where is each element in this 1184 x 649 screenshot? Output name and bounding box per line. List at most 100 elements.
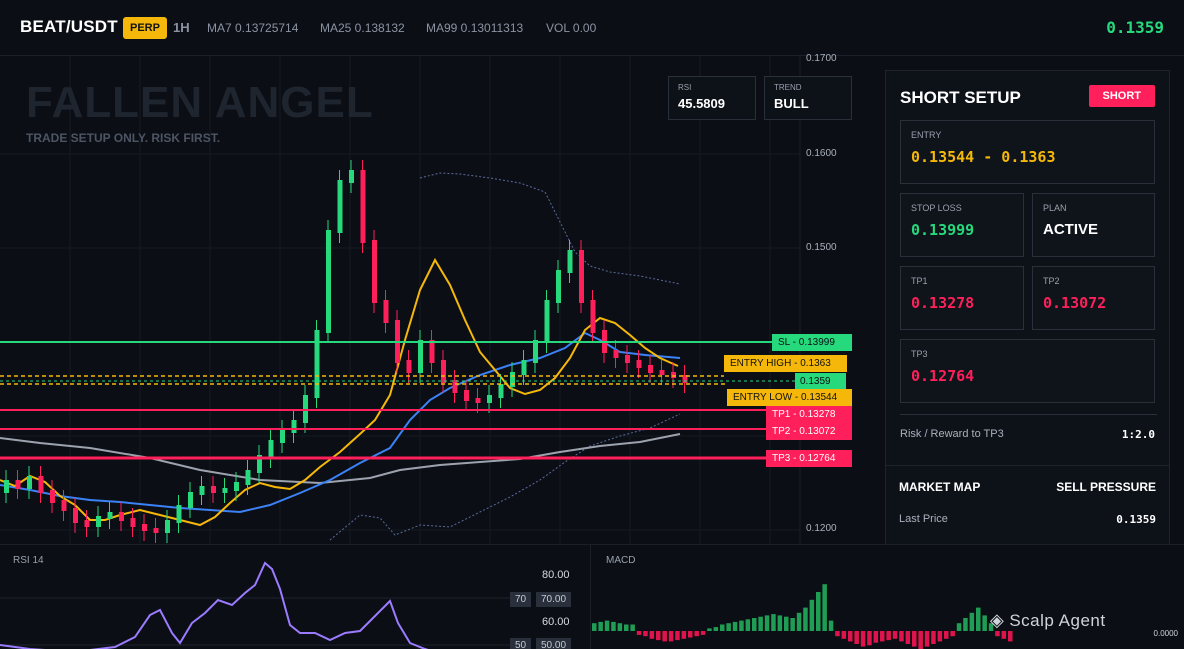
candle-body <box>636 360 642 368</box>
candle-body <box>27 476 32 489</box>
tp2-label-text: TP2 <box>772 426 791 437</box>
candle-body <box>498 384 504 398</box>
candle-body <box>188 492 193 508</box>
entry-low-label-text: ENTRY LOW <box>733 392 793 403</box>
macd-bar <box>969 612 975 631</box>
timeframe-selector[interactable]: 1H <box>173 20 190 35</box>
macd-bar <box>835 631 840 637</box>
candle-body <box>590 300 596 333</box>
tp2-value: 0.13072 <box>1043 294 1107 312</box>
market-map-panel: MARKET MAP SELL PRESSURE Last Price 0.13… <box>885 465 1170 545</box>
macd-bar <box>950 631 955 637</box>
tp1-label: TP1 <box>911 276 928 286</box>
tp1-price-label: TP1 - 0.13278 <box>766 406 852 423</box>
candle-body <box>245 470 251 485</box>
candle-body <box>567 250 573 273</box>
candle-body <box>4 480 9 493</box>
plan-card: PLAN ACTIVE <box>1032 193 1155 257</box>
rsi-line <box>0 561 429 649</box>
tp2-label-value: 0.13072 <box>799 426 836 437</box>
macd-bar <box>982 615 987 631</box>
last-price: 0.1359 <box>1106 18 1164 37</box>
macd-bar <box>803 607 808 631</box>
candle-body <box>165 520 170 533</box>
candle-body <box>360 170 366 243</box>
macd-bar <box>784 616 789 631</box>
candle-body <box>38 476 44 493</box>
candle-body <box>659 370 665 375</box>
candle-body <box>15 480 21 489</box>
candle-body <box>544 300 550 343</box>
indicator-panel: RSI 14 80.00 70 70.00 60.00 50 50.00 MAC… <box>0 544 1184 649</box>
tp3-card: TP3 0.12764 <box>900 339 1155 403</box>
price-chart[interactable]: 0.1700 0.1600 0.1500 0.1200 <box>0 53 862 544</box>
diamond-icon: ◈ <box>990 610 1005 630</box>
ma99-stat: MA99 0.13011313 <box>426 21 524 35</box>
bollinger-upper <box>419 172 681 285</box>
candle-body <box>487 395 492 403</box>
short-badge[interactable]: SHORT <box>1088 85 1155 107</box>
macd-bar <box>713 627 719 631</box>
brand-sub: 0.0000 <box>1153 629 1178 638</box>
last-price-label: 0.1359 <box>795 373 846 390</box>
risk-reward-value: 1:2.0 <box>1121 428 1155 441</box>
tp1-card: TP1 0.13278 <box>900 266 1024 330</box>
entry-high-price-label: ENTRY HIGH - 0.1363 <box>724 355 847 372</box>
tp3-label: TP3 <box>911 349 928 359</box>
rsi-tick: 80.00 <box>542 569 570 581</box>
candle-body <box>199 486 205 495</box>
tp1-label-text: TP1 <box>772 409 791 420</box>
perp-badge: PERP <box>123 17 167 39</box>
macd-bar <box>777 615 783 631</box>
rsi-chart[interactable] <box>0 545 540 649</box>
candle-body <box>452 380 458 393</box>
stop-loss-value: 0.13999 <box>911 221 975 239</box>
macd-bar <box>790 618 795 631</box>
plan-value: ACTIVE <box>1043 221 1099 238</box>
setup-title: SHORT SETUP <box>900 88 1021 107</box>
rsi-level-70-badge: 70 <box>510 592 532 607</box>
top-bar: BEAT/USDT PERP 1H MA7 0.13725714 MA25 0.… <box>0 0 1184 56</box>
macd-bar <box>886 631 891 641</box>
macd-bar <box>1008 631 1013 642</box>
rsi-tick-70: 70.00 <box>536 592 572 607</box>
ma7-stat: MA7 0.13725714 <box>207 21 299 35</box>
last-price-value: 0.1359 <box>1116 513 1156 526</box>
price-chart-svg[interactable] <box>0 56 862 544</box>
macd-bar <box>720 624 725 631</box>
trend-card: TREND BULL <box>764 76 852 120</box>
rsi-tick-50: 50.00 <box>536 638 572 649</box>
rsi-card-value: 45.5809 <box>678 96 725 111</box>
macd-bar <box>700 631 706 635</box>
candle-body <box>234 482 239 491</box>
brand-logo: ◈ Scalp Agent <box>990 610 1106 631</box>
macd-chart[interactable] <box>590 545 1184 649</box>
macd-histogram <box>592 584 1013 649</box>
candle-body <box>671 372 676 378</box>
macd-bar <box>752 618 757 631</box>
rsi-card-label: RSI <box>678 83 692 92</box>
macd-bar <box>656 631 661 641</box>
macd-bar <box>649 631 655 639</box>
candle-body <box>533 340 538 363</box>
y-tick: 0.1600 <box>806 148 837 159</box>
tp2-price-label: TP2 - 0.13072 <box>766 423 852 440</box>
entry-label: ENTRY <box>911 130 942 140</box>
entry-low-price-label: ENTRY LOW - 0.13544 <box>727 389 852 406</box>
macd-bar <box>636 631 642 635</box>
macd-bar <box>643 631 648 637</box>
macd-bar <box>918 631 923 649</box>
trend-card-label: TREND <box>774 83 802 92</box>
macd-bar <box>880 631 885 642</box>
symbol-title[interactable]: BEAT/USDT <box>20 17 118 37</box>
macd-bar <box>771 614 776 631</box>
macd-bar <box>931 631 936 644</box>
macd-bar <box>598 621 603 631</box>
sl-label-text: SL <box>778 337 790 348</box>
candle-body <box>142 524 147 531</box>
candle-body <box>429 340 435 363</box>
candle-body <box>441 360 446 383</box>
candle-body <box>268 440 274 458</box>
sl-price-label: SL - 0.13999 <box>772 334 852 351</box>
candle-body <box>176 505 182 523</box>
